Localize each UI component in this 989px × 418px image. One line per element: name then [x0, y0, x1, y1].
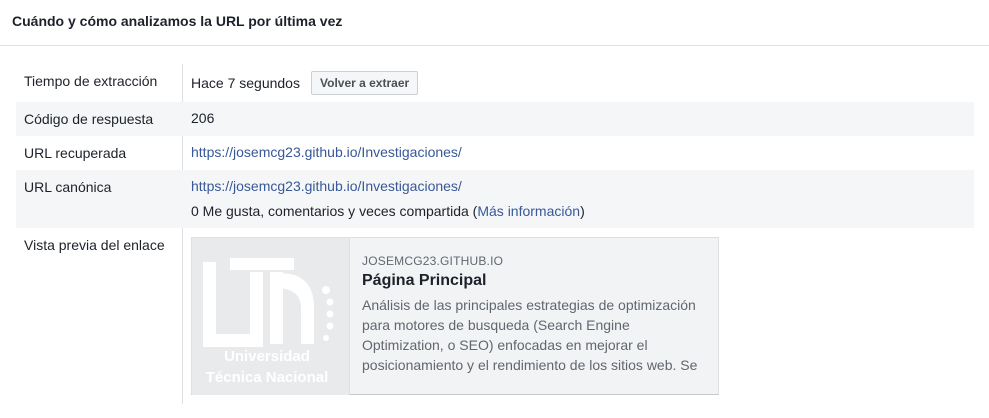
engagement-stats: 0 Me gusta, comentarios y veces comparti…: [191, 203, 585, 219]
fetched-url-link[interactable]: https://josemcg23.github.io/Investigacio…: [191, 144, 462, 160]
row-extraction-time: Tiempo de extracción Hace 7 segundos Vol…: [16, 64, 974, 102]
value-extraction-time: Hace 7 segundos: [191, 75, 300, 91]
preview-domain: JOSEMCG23.GITHUB.IO: [362, 254, 504, 268]
label-link-preview: Vista previa del enlace: [24, 237, 165, 253]
logo-text-line-1: Universidad: [224, 348, 310, 365]
canonical-url-link[interactable]: https://josemcg23.github.io/Investigacio…: [191, 178, 462, 194]
label-canonical-url: URL canónica: [24, 179, 112, 195]
section-header: Cuándo y cómo analizamos la URL por últi…: [0, 0, 989, 46]
more-info-link[interactable]: Más información: [477, 203, 580, 219]
engagement-stats-text: 0 Me gusta, comentarios y veces comparti…: [191, 203, 469, 219]
label-fetched-url: URL recuperada: [24, 145, 127, 161]
label-response-code: Código de respuesta: [24, 111, 154, 127]
row-fetched-url: URL recuperada https://josemcg23.github.…: [16, 136, 974, 170]
rescrape-button[interactable]: Volver a extraer: [311, 71, 419, 95]
label-extraction-time: Tiempo de extracción: [24, 73, 158, 89]
row-canonical-url: URL canónica https://josemcg23.github.io…: [16, 170, 974, 228]
preview-title: Página Principal: [362, 272, 487, 289]
preview-thumbnail: Universidad Técnica Nacional: [192, 238, 350, 395]
preview-description: Análisis de las principales estrategias …: [362, 297, 698, 373]
row-response-code: Código de respuesta 206: [16, 102, 974, 136]
utn-logo-icon: Universidad Técnica Nacional: [203, 258, 334, 386]
value-response-code: 206: [191, 110, 215, 126]
link-preview-card[interactable]: Universidad Técnica Nacional JOSEMCG23.G…: [191, 237, 719, 395]
section-title: Cuándo y cómo analizamos la URL por últi…: [12, 13, 343, 29]
preview-text: JOSEMCG23.GITHUB.IO Página Principal Aná…: [362, 254, 707, 375]
logo-text-line-2: Técnica Nacional: [206, 369, 329, 386]
